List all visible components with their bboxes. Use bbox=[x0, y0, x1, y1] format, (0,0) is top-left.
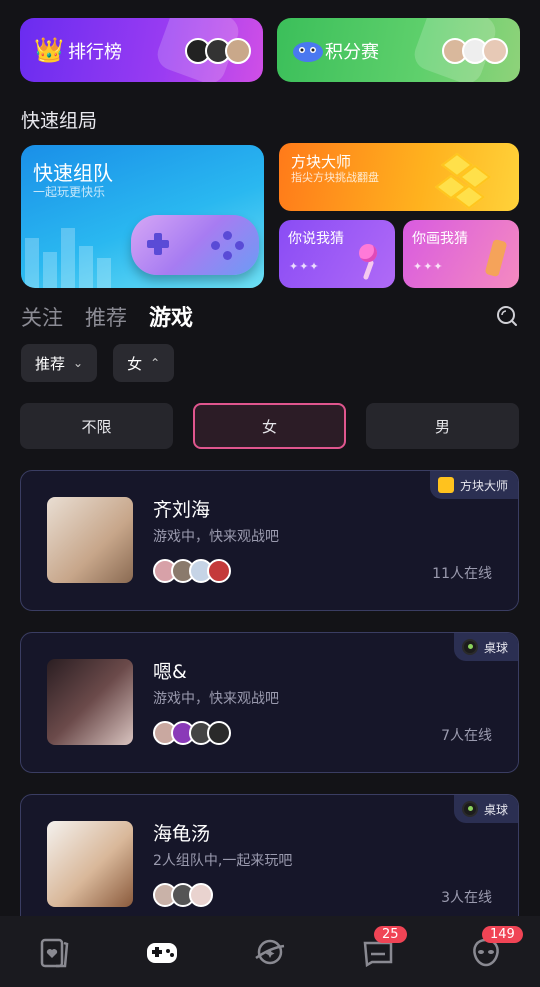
nav-explore[interactable] bbox=[250, 932, 290, 972]
avatar bbox=[225, 38, 251, 64]
tab-follow[interactable]: 关注 bbox=[21, 302, 63, 332]
room-name: 嗯& bbox=[153, 661, 187, 683]
sort-filter-label: 推荐 bbox=[35, 354, 66, 373]
bars-decoration bbox=[25, 228, 111, 288]
room-name: 齐刘海 bbox=[153, 499, 211, 521]
quick-team-subtitle: 一起玩更快乐 bbox=[33, 185, 106, 199]
gender-female-button[interactable]: 女 bbox=[193, 403, 346, 449]
room-cover-image bbox=[47, 821, 133, 907]
points-avatars bbox=[442, 38, 508, 64]
room-card[interactable]: 方块大师 齐刘海 游戏中，快来观战吧 11人在线 bbox=[20, 470, 519, 611]
profile-badge: 149 bbox=[482, 925, 523, 943]
online-count: 3人在线 bbox=[441, 890, 492, 906]
room-cover-image bbox=[47, 659, 133, 745]
you-say-i-guess-card[interactable]: 你说我猜 ✦✦✦ bbox=[279, 220, 395, 288]
game-tag-label: 桌球 bbox=[483, 802, 508, 817]
gender-filter-dropdown[interactable]: 女 ⌃ bbox=[113, 344, 175, 382]
block-master-subtitle: 指尖方块挑战翻盘 bbox=[291, 171, 379, 184]
ranking-banner[interactable]: 👑 排行榜 bbox=[20, 18, 263, 82]
game-tag: 桌球 bbox=[453, 795, 518, 823]
you-draw-i-guess-card[interactable]: 你画我猜 ✦✦✦ bbox=[403, 220, 519, 288]
room-status: 2人组队中,一起来玩吧 bbox=[153, 853, 293, 869]
room-status: 游戏中，快来观战吧 bbox=[153, 529, 279, 545]
gender-filter-label: 女 bbox=[127, 354, 143, 373]
tab-recommend[interactable]: 推荐 bbox=[85, 302, 127, 332]
member-avatars bbox=[153, 559, 231, 583]
avatar bbox=[207, 559, 231, 583]
member-avatars bbox=[153, 721, 231, 745]
points-banner[interactable]: 积分赛 bbox=[277, 18, 520, 82]
you-draw-i-guess-title: 你画我猜 bbox=[412, 231, 468, 247]
you-say-i-guess-title: 你说我猜 bbox=[288, 231, 344, 247]
chevron-up-icon: ⌃ bbox=[150, 356, 161, 370]
heart-card-icon bbox=[40, 938, 69, 967]
online-count: 7人在线 bbox=[441, 728, 492, 744]
room-status: 游戏中，快来观战吧 bbox=[153, 691, 279, 707]
billiard-ball-icon bbox=[461, 801, 478, 817]
game-tag: 方块大师 bbox=[429, 471, 518, 499]
ranking-title: 排行榜 bbox=[68, 42, 122, 63]
nav-profile[interactable]: 149 bbox=[466, 925, 523, 972]
crown-icon: 👑 bbox=[34, 36, 64, 64]
quick-match-title: 快速组局 bbox=[21, 110, 98, 132]
planet-icon bbox=[255, 939, 285, 964]
chevron-down-icon: ⌄ bbox=[73, 356, 84, 370]
gender-any-button[interactable]: 不限 bbox=[20, 403, 173, 449]
gender-selector: 不限 女 男 bbox=[20, 403, 519, 449]
room-name: 海龟汤 bbox=[153, 823, 211, 845]
room-card[interactable]: 桌球 海龟汤 2人组队中,一起来玩吧 3人在线 bbox=[20, 794, 519, 935]
points-title: 积分赛 bbox=[325, 42, 379, 63]
nav-cards[interactable] bbox=[34, 932, 74, 972]
avatar bbox=[482, 38, 508, 64]
gamepad-icon bbox=[127, 205, 263, 283]
room-cover-image bbox=[47, 497, 133, 583]
bottom-nav: 25 149 bbox=[0, 916, 540, 987]
ranking-avatars bbox=[185, 38, 251, 64]
search-icon[interactable] bbox=[495, 304, 519, 328]
quick-team-card[interactable]: 快速组队 一起玩更快乐 bbox=[21, 145, 264, 288]
tab-games[interactable]: 游戏 bbox=[149, 300, 193, 332]
nav-games[interactable] bbox=[142, 932, 182, 972]
gender-male-button[interactable]: 男 bbox=[366, 403, 519, 449]
game-tag: 桌球 bbox=[453, 633, 518, 661]
billiard-ball-icon bbox=[461, 639, 478, 655]
crayon-icon bbox=[484, 238, 508, 278]
sparkle-icon: ✦✦✦ bbox=[413, 260, 444, 273]
nav-messages[interactable]: 25 bbox=[358, 925, 407, 972]
game-tag-label: 桌球 bbox=[483, 640, 508, 655]
avatar bbox=[189, 883, 213, 907]
filter-bar: 推荐 ⌄ 女 ⌃ bbox=[21, 344, 175, 382]
sort-filter-dropdown[interactable]: 推荐 ⌄ bbox=[21, 344, 98, 382]
room-card[interactable]: 桌球 嗯& 游戏中，快来观战吧 7人在线 bbox=[20, 632, 519, 773]
member-avatars bbox=[153, 883, 213, 907]
game-tag-label: 方块大师 bbox=[459, 478, 508, 493]
messages-badge: 25 bbox=[374, 925, 407, 943]
quick-team-title: 快速组队 bbox=[33, 161, 113, 185]
block-master-card[interactable]: 方块大师 指尖方块挑战翻盘 bbox=[279, 143, 519, 211]
avatar bbox=[207, 721, 231, 745]
gamepad-icon bbox=[147, 942, 177, 963]
category-tabs: 关注 推荐 游戏 bbox=[21, 300, 193, 332]
block-game-icon bbox=[437, 477, 454, 493]
game-mascot-icon bbox=[291, 36, 325, 64]
sparkle-icon: ✦✦✦ bbox=[289, 260, 320, 273]
online-count: 11人在线 bbox=[432, 566, 492, 582]
